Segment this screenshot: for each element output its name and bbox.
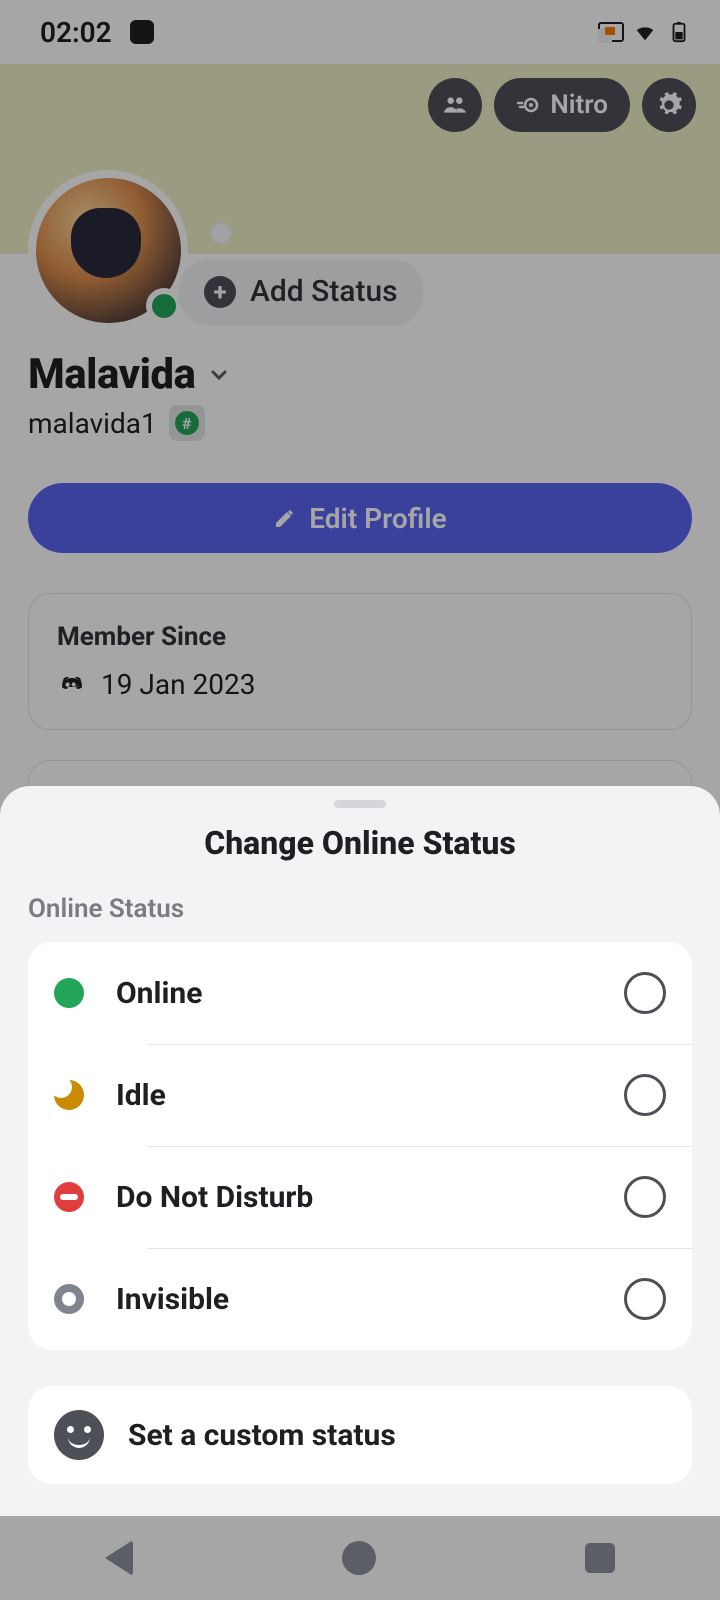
- radio-button[interactable]: [624, 972, 666, 1014]
- status-option-label: Do Not Disturb: [116, 1180, 592, 1215]
- radio-button[interactable]: [624, 1176, 666, 1218]
- status-options-list: Online Idle Do Not Disturb Invisible: [28, 942, 692, 1350]
- section-label: Online Status: [28, 894, 692, 924]
- status-option-dnd[interactable]: Do Not Disturb: [28, 1146, 692, 1248]
- back-button[interactable]: [105, 1540, 133, 1576]
- idle-icon: [54, 1080, 84, 1110]
- status-option-label: Idle: [116, 1078, 592, 1113]
- online-icon: [54, 978, 84, 1008]
- status-bottom-sheet: Change Online Status Online Status Onlin…: [0, 786, 720, 1516]
- home-button[interactable]: [342, 1541, 376, 1575]
- status-option-label: Online: [116, 976, 592, 1011]
- radio-button[interactable]: [624, 1278, 666, 1320]
- status-option-online[interactable]: Online: [28, 942, 692, 1044]
- android-navbar: [0, 1516, 720, 1600]
- sheet-title: Change Online Status: [28, 824, 692, 862]
- custom-status-label: Set a custom status: [128, 1418, 396, 1453]
- sheet-grabber[interactable]: [334, 800, 386, 808]
- radio-button[interactable]: [624, 1074, 666, 1116]
- set-custom-status-button[interactable]: Set a custom status: [28, 1386, 692, 1484]
- invisible-icon: [54, 1284, 84, 1314]
- smiley-icon: [54, 1410, 104, 1460]
- dnd-icon: [54, 1182, 84, 1212]
- status-option-invisible[interactable]: Invisible: [28, 1248, 692, 1350]
- screen: 02:02 Nitro + Add Status M: [0, 0, 720, 1600]
- status-option-idle[interactable]: Idle: [28, 1044, 692, 1146]
- recents-button[interactable]: [585, 1543, 615, 1573]
- status-option-label: Invisible: [116, 1282, 592, 1317]
